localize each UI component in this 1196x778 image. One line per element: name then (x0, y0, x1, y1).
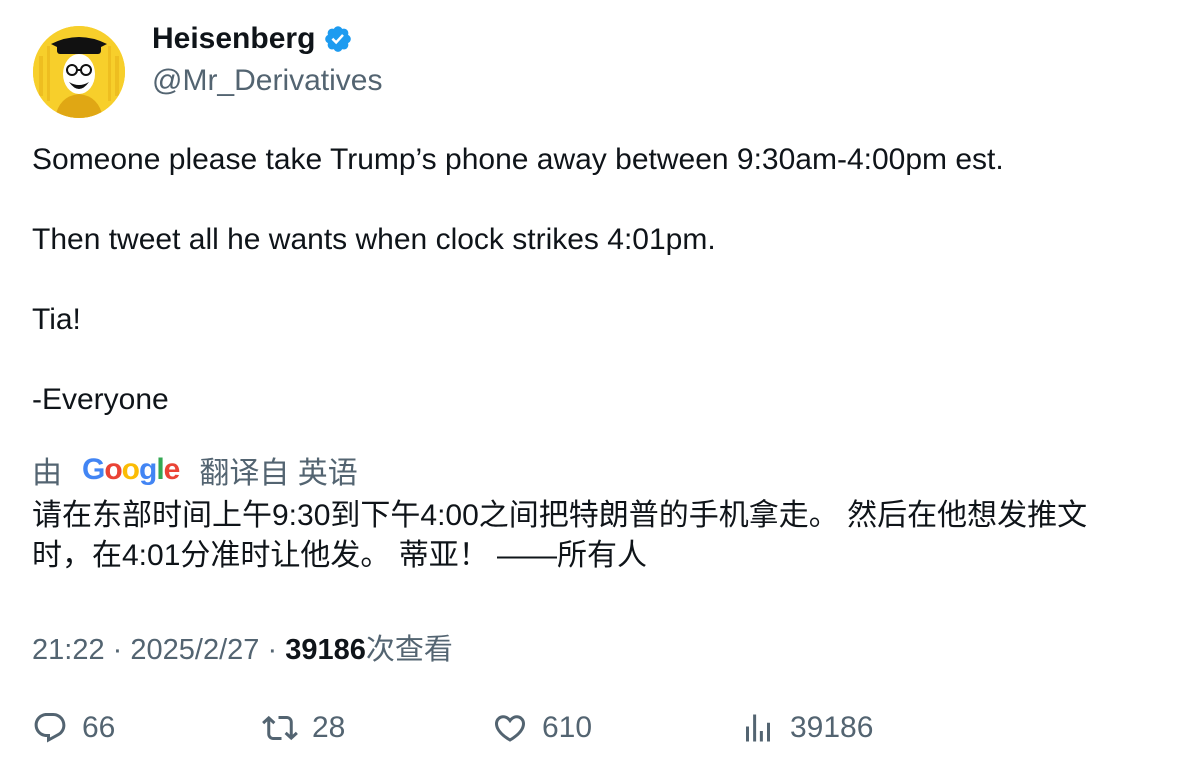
analytics-icon (746, 714, 770, 742)
verified-badge-icon (325, 26, 352, 52)
translated-line: 时，在4:01分准时让他发。 蒂亚！ ——所有人 (32, 539, 648, 572)
avatar[interactable] (33, 26, 125, 118)
avatar-image (33, 26, 125, 118)
translated-text: 请在东部时间上午9:30到下午4:00之间把特朗普的手机拿走。 然后在他想发推文… (32, 496, 1172, 576)
tweet-text-line: Someone please take Trump’s phone away b… (32, 143, 1004, 176)
author-name-row: Heisenberg (152, 22, 353, 56)
tweet-time[interactable]: 21:22 (32, 634, 105, 666)
tweet-meta: 21:22 · 2025/2/27 · 39186次查看 (32, 626, 453, 668)
views-button[interactable]: 39186 (740, 710, 873, 746)
reply-count: 66 (82, 711, 116, 744)
author-handle[interactable]: @Mr_Derivatives (152, 64, 383, 98)
like-count: 610 (542, 711, 593, 744)
tweet-date[interactable]: 2025/2/27 (130, 634, 259, 666)
tweet-text-line: Then tweet all he wants when clock strik… (32, 223, 716, 256)
views-count: 39186 (285, 634, 366, 666)
google-logo[interactable]: Google (82, 453, 180, 487)
views-label: 次查看 (365, 634, 453, 666)
retweet-count: 28 (312, 711, 346, 744)
meta-separator: · (267, 634, 278, 666)
views-count-action: 39186 (790, 711, 874, 744)
author-name[interactable]: Heisenberg (152, 22, 315, 56)
action-bar: 66 28 610 39186 (0, 710, 1196, 760)
retweet-icon (262, 715, 298, 741)
heart-icon (494, 715, 526, 742)
translation-attribution: 由 Google 翻译自 英语 (32, 448, 358, 492)
translated-line: 请在东部时间上午9:30到下午4:00之间把特朗普的手机拿走。 然后在他想发推文 (32, 499, 1088, 532)
retweet-button[interactable]: 28 (262, 710, 345, 746)
reply-icon (34, 713, 66, 743)
like-button[interactable]: 610 (492, 710, 592, 746)
translation-from-label[interactable]: 翻译自 英语 (199, 448, 357, 492)
tweet-text-line: Tia! (32, 303, 81, 336)
translation-by-label: 由 (32, 457, 62, 490)
tweet-text-line: -Everyone (32, 383, 169, 416)
meta-separator: · (112, 634, 123, 666)
reply-button[interactable]: 66 (32, 710, 115, 746)
